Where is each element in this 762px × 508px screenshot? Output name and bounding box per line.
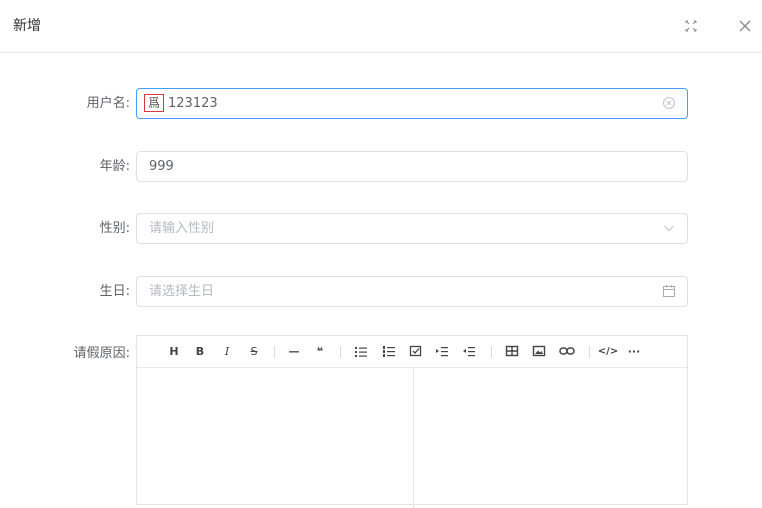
- task-list-icon[interactable]: [409, 344, 423, 359]
- birthday-row: 生日: 请选择生日: [0, 276, 762, 308]
- toolbar-separator: [340, 346, 341, 358]
- username-label: 用户名:: [86, 96, 130, 111]
- code-button[interactable]: </>: [597, 344, 619, 359]
- editor-input-pane[interactable]: [137, 368, 413, 506]
- ime-indicator: 爲: [144, 94, 164, 112]
- ordered-list-icon[interactable]: [382, 344, 396, 359]
- leave-reason-label: 请假原因:: [73, 346, 130, 361]
- dialog-header: 新增: [0, 0, 762, 53]
- italic-button[interactable]: I: [220, 344, 234, 359]
- clear-icon[interactable]: [662, 96, 676, 110]
- username-row: 用户名: 爲 123123: [0, 88, 762, 120]
- age-row: 年龄: 999: [0, 151, 762, 183]
- chevron-down-icon: [662, 221, 676, 235]
- indent-icon[interactable]: [435, 344, 449, 359]
- quote-button[interactable]: ❝: [313, 344, 327, 359]
- horizontal-rule-button[interactable]: —: [287, 344, 301, 359]
- fullscreen-icon[interactable]: [683, 18, 699, 34]
- toolbar-separator: [589, 346, 590, 358]
- more-button[interactable]: ···: [626, 344, 642, 359]
- table-icon[interactable]: [505, 344, 519, 359]
- gender-label: 性别:: [99, 221, 130, 236]
- unordered-list-icon[interactable]: [354, 344, 368, 359]
- bold-button[interactable]: B: [193, 344, 207, 359]
- gender-placeholder: 请输入性别: [149, 221, 215, 236]
- dialog-title: 新增: [13, 18, 41, 34]
- gender-row: 性别: 请输入性别: [0, 213, 762, 245]
- toolbar-separator: [274, 346, 275, 358]
- markdown-editor[interactable]: H B I S — ❝ </> ···: [136, 335, 688, 508]
- username-value: 123123: [168, 96, 218, 111]
- toolbar-separator: [491, 346, 492, 358]
- calendar-icon[interactable]: [662, 284, 676, 298]
- link-icon[interactable]: [559, 344, 575, 359]
- outdent-icon[interactable]: [462, 344, 476, 359]
- birthday-placeholder: 请选择生日: [149, 284, 215, 299]
- age-label: 年龄:: [99, 159, 130, 174]
- age-value: 999: [149, 159, 174, 174]
- heading-button[interactable]: H: [167, 344, 181, 359]
- username-input[interactable]: 爲 123123: [136, 88, 688, 119]
- editor-preview-pane: [414, 368, 687, 506]
- birthday-input[interactable]: 请选择生日: [136, 276, 688, 307]
- gender-select[interactable]: 请输入性别: [136, 213, 688, 244]
- birthday-label: 生日:: [99, 284, 130, 299]
- image-icon[interactable]: [532, 344, 546, 359]
- age-input[interactable]: 999: [136, 151, 688, 182]
- strikethrough-button[interactable]: S: [247, 344, 261, 359]
- close-icon[interactable]: [737, 18, 753, 34]
- editor-toolbar: H B I S — ❝ </> ···: [137, 336, 687, 368]
